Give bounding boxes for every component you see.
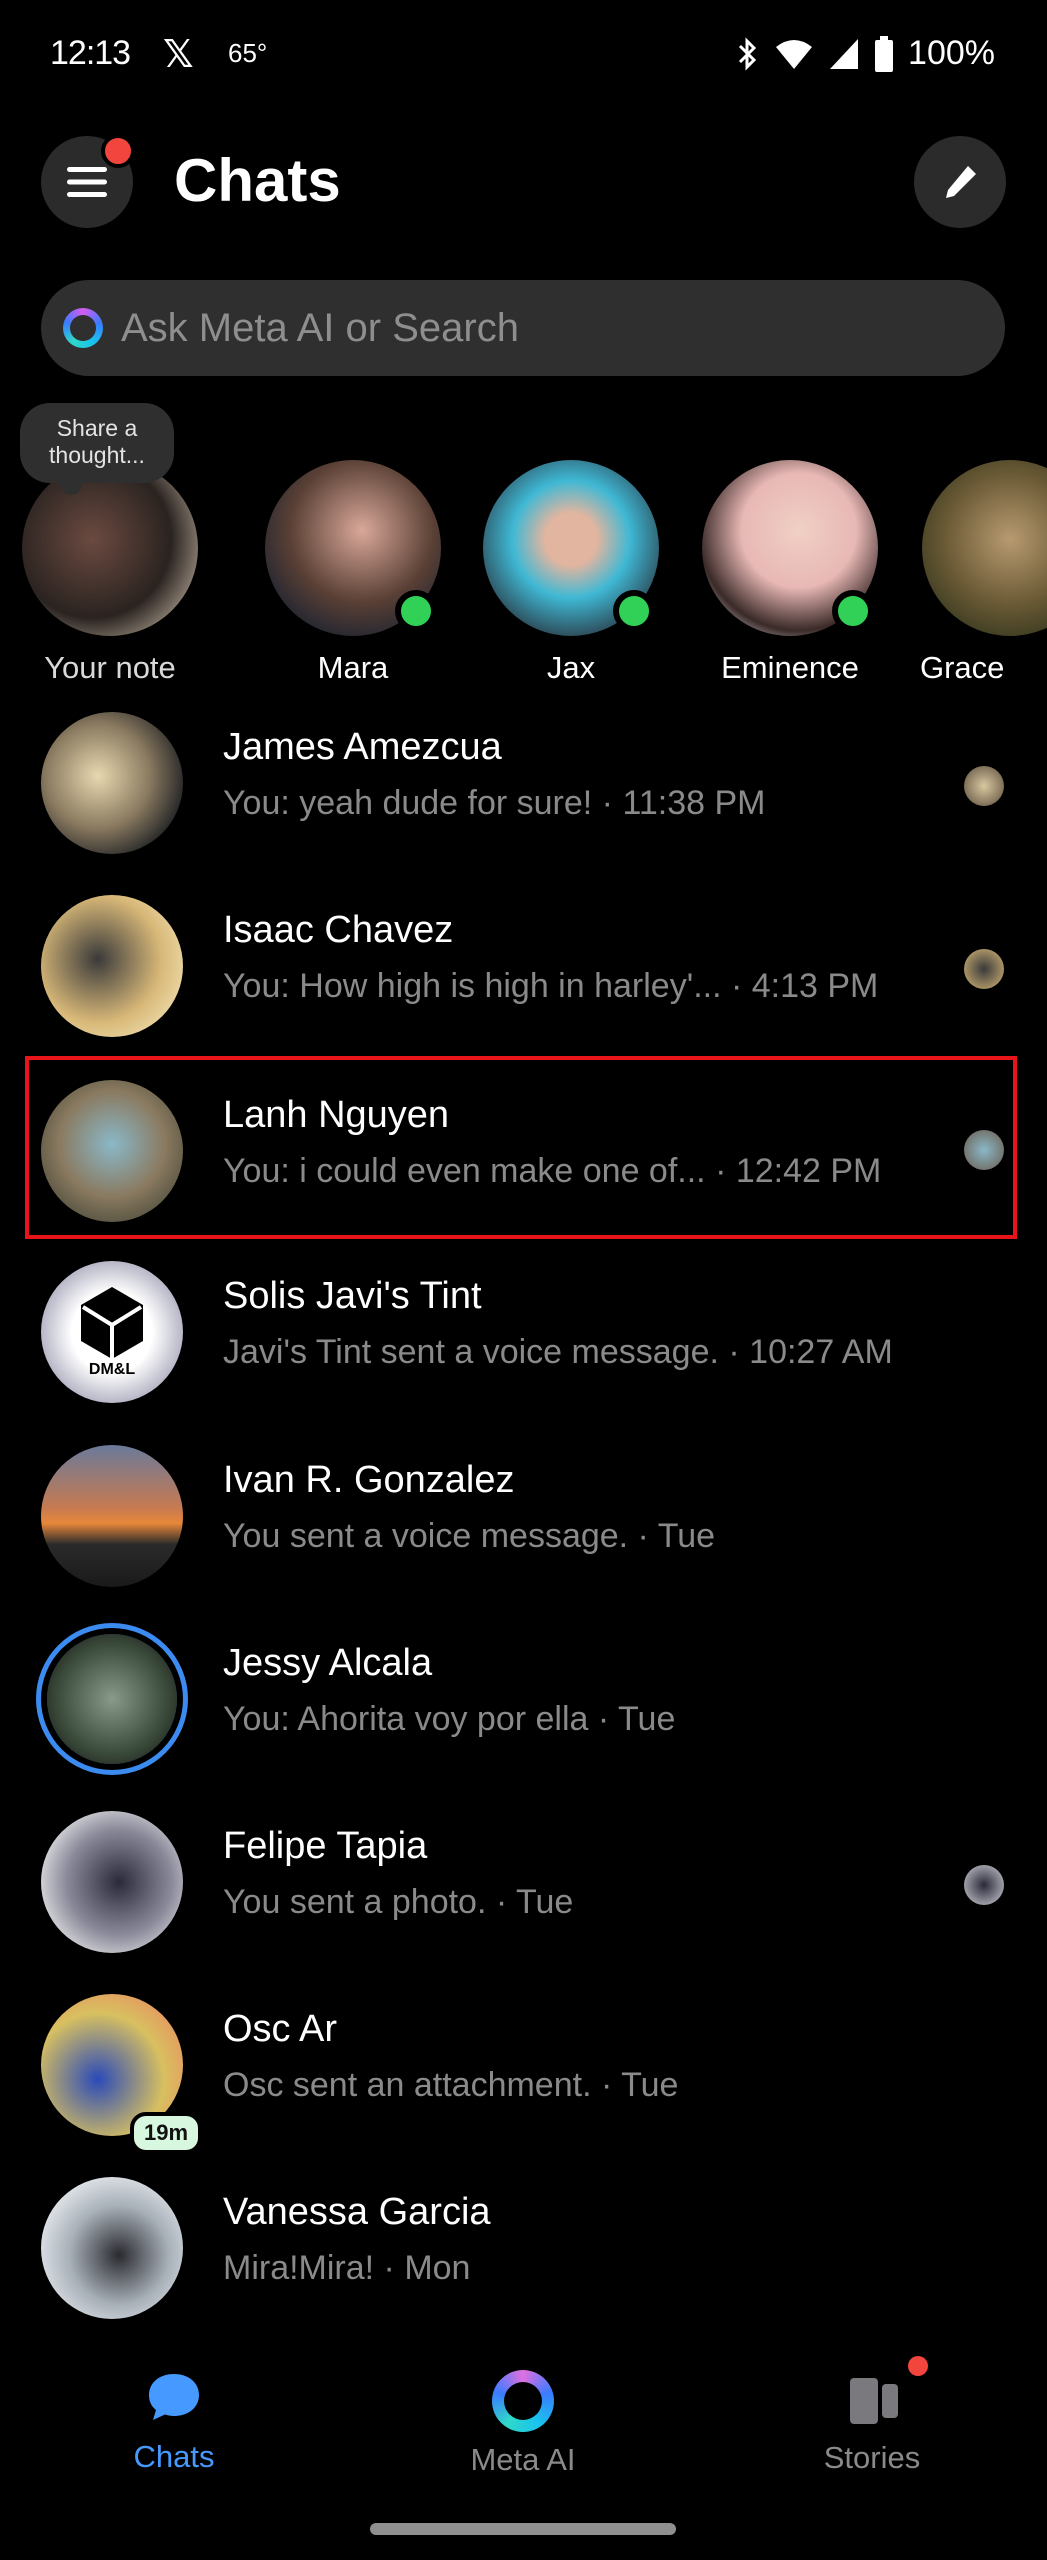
story-name: Jax (546, 650, 596, 685)
avatar (483, 460, 659, 636)
avatar (922, 460, 1047, 636)
signal-icon (830, 38, 859, 69)
notification-dot (908, 2356, 928, 2376)
page-title: Chats (174, 147, 341, 214)
tab-chats[interactable]: Chats (74, 2370, 274, 2475)
story-mara[interactable]: Mara (263, 460, 443, 686)
avatar: DM&L (41, 1261, 183, 1403)
chat-name: Isaac Chavez (223, 909, 454, 951)
x-logo-icon: 𝕏 (163, 34, 194, 76)
chat-row[interactable]: Vanessa Garcia Mira!Mira! · Mon (0, 2159, 1047, 2342)
chat-row-highlighted[interactable]: Lanh Nguyen You: i could even make one o… (0, 1056, 1047, 1239)
chat-preview: You: i could even make one of... · 12:42… (223, 1152, 882, 1190)
chat-preview: You sent a voice message. · Tue (223, 1517, 716, 1555)
story-grace[interactable]: Grace (920, 460, 1047, 686)
tab-label: Meta AI (470, 2442, 576, 2477)
avatar (41, 895, 183, 1037)
chat-row[interactable]: Felipe Tapia You sent a photo. · Tue (0, 1793, 1047, 1976)
share-thought-text: Share a thought... (49, 415, 145, 468)
avatar (265, 460, 441, 636)
chat-preview: You: Ahorita voy por ella · Tue (223, 1700, 676, 1738)
chat-name: Felipe Tapia (223, 1825, 428, 1867)
avatar (702, 460, 878, 636)
chat-preview: You: yeah dude for sure! · 11:38 PM (223, 784, 766, 822)
chat-name: James Amezcua (223, 726, 502, 768)
online-indicator (395, 590, 437, 632)
tab-label: Stories (823, 2440, 921, 2475)
status-bar: 12:13 𝕏 65° 100% (0, 34, 1047, 84)
status-time: 12:13 (50, 34, 131, 72)
avatar (41, 1080, 183, 1222)
chat-name: Lanh Nguyen (223, 1094, 450, 1136)
menu-button[interactable] (41, 134, 135, 228)
chat-name: Vanessa Garcia (223, 2191, 491, 2233)
hamburger-menu-icon (67, 167, 107, 197)
seen-avatar (964, 1865, 1004, 1905)
logo-text: DM&L (88, 1361, 136, 1378)
chat-row[interactable]: Isaac Chavez You: How high is high in ha… (0, 877, 1047, 1060)
tab-stories[interactable]: Stories (772, 2356, 972, 2476)
cube-logo-icon (81, 1287, 143, 1359)
chat-name: Jessy Alcala (223, 1642, 433, 1684)
online-indicator (832, 590, 874, 632)
bottom-nav: Chats Meta AI Stories (0, 2356, 1047, 2510)
pencil-icon (946, 166, 976, 198)
story-name: Eminence (721, 650, 859, 685)
chat-row[interactable]: Ivan R. Gonzalez You sent a voice messag… (0, 1427, 1047, 1610)
avatar-with-story-ring[interactable] (47, 1634, 177, 1764)
battery-icon (875, 35, 894, 72)
notification-dot (101, 134, 135, 168)
chat-preview: You: How high is high in harley'... · 4:… (223, 967, 879, 1005)
avatar (41, 2177, 183, 2319)
chat-row[interactable]: 19m Osc Ar Osc sent an attachment. · Tue (0, 1976, 1047, 2159)
home-indicator[interactable] (370, 2523, 676, 2535)
seen-avatar (964, 1130, 1004, 1170)
seen-avatar (964, 766, 1004, 806)
avatar (41, 1445, 183, 1587)
chat-bubble-icon (149, 2374, 199, 2420)
chat-name: Ivan R. Gonzalez (223, 1459, 515, 1501)
bluetooth-icon (738, 36, 757, 71)
battery-percent: 100% (908, 34, 995, 72)
story-jax[interactable]: Jax (481, 460, 661, 686)
tab-meta-ai[interactable]: Meta AI (423, 2370, 623, 2478)
meta-ai-ring-icon (492, 2370, 554, 2432)
chat-name: Osc Ar (223, 2008, 338, 2050)
tab-label: Chats (133, 2439, 215, 2474)
active-time-badge: 19m (130, 2112, 203, 2154)
status-temperature: 65° (228, 38, 268, 68)
chat-preview: Osc sent an attachment. · Tue (223, 2066, 679, 2104)
chat-name: Solis Javi's Tint (223, 1275, 482, 1317)
status-icons: 100% (734, 34, 995, 73)
stories-icon (850, 2378, 898, 2424)
chat-row[interactable]: DM&L Solis Javi's Tint Javi's Tint sent … (0, 1243, 1047, 1426)
search-bar[interactable] (41, 280, 1005, 376)
chat-preview: Javi's Tint sent a voice message. · 10:2… (223, 1333, 893, 1371)
meta-ai-ring-icon (63, 308, 103, 348)
search-input[interactable] (119, 304, 963, 352)
chat-row[interactable]: James Amezcua You: yeah dude for sure! ·… (0, 694, 1047, 877)
seen-avatar (964, 949, 1004, 989)
story-eminence[interactable]: Eminence (700, 460, 880, 686)
wifi-icon (776, 39, 813, 69)
compose-button[interactable] (914, 136, 1006, 228)
story-name: Your note (44, 650, 176, 685)
chat-preview: Mira!Mira! · Mon (223, 2249, 471, 2287)
avatar (41, 1811, 183, 1953)
online-indicator (613, 590, 655, 632)
story-your-note[interactable]: Your note (20, 460, 200, 686)
story-name: Grace (920, 650, 1005, 685)
avatar (22, 460, 198, 636)
chat-row[interactable]: Jessy Alcala You: Ahorita voy por ella ·… (0, 1610, 1047, 1793)
chat-preview: You sent a photo. · Tue (223, 1883, 574, 1921)
story-name: Mara (317, 650, 389, 685)
avatar (41, 712, 183, 854)
share-thought-bubble[interactable]: Share a thought... (20, 403, 174, 495)
